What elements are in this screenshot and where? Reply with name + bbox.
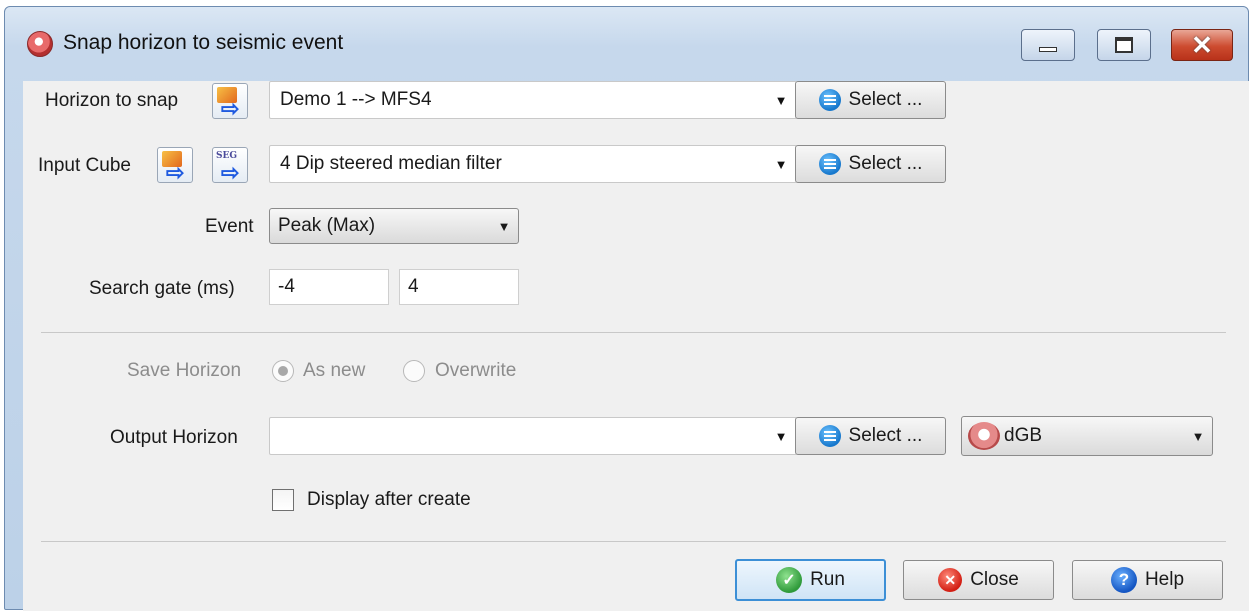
horizon-select-button[interactable]: Select ... — [795, 81, 946, 119]
chevron-down-icon: ▼ — [1191, 428, 1205, 444]
help-button[interactable]: ? Help — [1072, 560, 1223, 600]
chevron-down-icon: ▼ — [774, 428, 788, 444]
chevron-down-icon: ▼ — [774, 156, 788, 172]
maximize-icon — [1115, 37, 1133, 53]
horizon-to-snap-label: Horizon to snap — [45, 90, 179, 111]
input-cube-select-button[interactable]: Select ... — [795, 145, 946, 183]
help-icon: ? — [1110, 567, 1137, 593]
run-check-icon: ✓ — [776, 567, 803, 593]
dgb-logo-icon — [968, 422, 1000, 450]
separator — [41, 541, 1226, 542]
survey-value: dGB — [1004, 425, 1043, 446]
save-horizon-label: Save Horizon — [127, 360, 242, 381]
event-label: Event — [205, 216, 254, 237]
input-cube-select[interactable]: 4 Dip steered median filter ▼ — [269, 145, 797, 183]
horizon-to-snap-value: Demo 1 --> MFS4 — [280, 89, 432, 110]
output-horizon-select-label: Select ... — [848, 425, 923, 446]
horizon-import-icon[interactable]: ⇨ — [212, 83, 248, 120]
output-horizon-select[interactable]: ▼ — [269, 417, 797, 455]
search-gate-label: Search gate (ms) — [89, 278, 235, 299]
close-label: Close — [970, 569, 1019, 590]
help-label: Help — [1144, 569, 1185, 590]
radio-as-new[interactable] — [272, 360, 294, 382]
list-icon — [818, 425, 841, 447]
separator — [41, 332, 1226, 333]
horizon-select-label: Select ... — [848, 89, 923, 110]
event-value: Peak (Max) — [278, 215, 376, 236]
display-after-create-label: Display after create — [307, 489, 471, 510]
cube-import-icon[interactable]: ⇨ — [157, 147, 193, 184]
chevron-down-icon: ▼ — [774, 92, 788, 108]
input-cube-label: Input Cube — [38, 155, 131, 176]
horizon-to-snap-select[interactable]: Demo 1 --> MFS4 ▼ — [269, 81, 797, 119]
window-close-button[interactable]: ✕ — [1171, 29, 1233, 61]
run-label: Run — [810, 569, 845, 590]
radio-overwrite-label: Overwrite — [435, 360, 517, 381]
minimize-icon — [1039, 46, 1057, 52]
chevron-down-icon: ▼ — [497, 218, 511, 234]
window-close-icon: ✕ — [1191, 30, 1213, 60]
event-select[interactable]: Peak (Max) ▼ — [269, 208, 519, 244]
list-icon — [818, 89, 841, 111]
title-bar: Snap horizon to seismic event ✕ — [5, 7, 1248, 81]
radio-as-new-label: As new — [303, 360, 366, 381]
output-horizon-select-button[interactable]: Select ... — [795, 417, 946, 455]
close-icon: ✕ — [938, 568, 963, 592]
input-cube-select-label: Select ... — [848, 153, 923, 174]
list-icon — [818, 153, 841, 175]
app-icon — [27, 31, 53, 57]
input-cube-value: 4 Dip steered median filter — [280, 153, 502, 174]
minimize-button[interactable] — [1021, 29, 1075, 61]
dialog-window: Snap horizon to seismic event ✕ Horizon … — [4, 6, 1249, 611]
search-gate-from-input[interactable]: -4 — [269, 269, 389, 305]
radio-overwrite[interactable] — [403, 360, 425, 382]
segy-import-icon[interactable]: SEG ⇨ — [212, 147, 248, 184]
window-title: Snap horizon to seismic event — [63, 31, 344, 54]
survey-select[interactable]: dGB ▼ — [961, 416, 1213, 456]
search-gate-to-input[interactable]: 4 — [399, 269, 519, 305]
run-button[interactable]: ✓ Run — [735, 559, 886, 601]
output-horizon-label: Output Horizon — [110, 427, 238, 448]
dialog-content: Horizon to snap ⇨ Demo 1 --> MFS4 ▼ Sele… — [23, 81, 1249, 611]
close-button[interactable]: ✕ Close — [903, 560, 1054, 600]
display-after-create-checkbox[interactable] — [272, 489, 294, 511]
maximize-button[interactable] — [1097, 29, 1151, 61]
